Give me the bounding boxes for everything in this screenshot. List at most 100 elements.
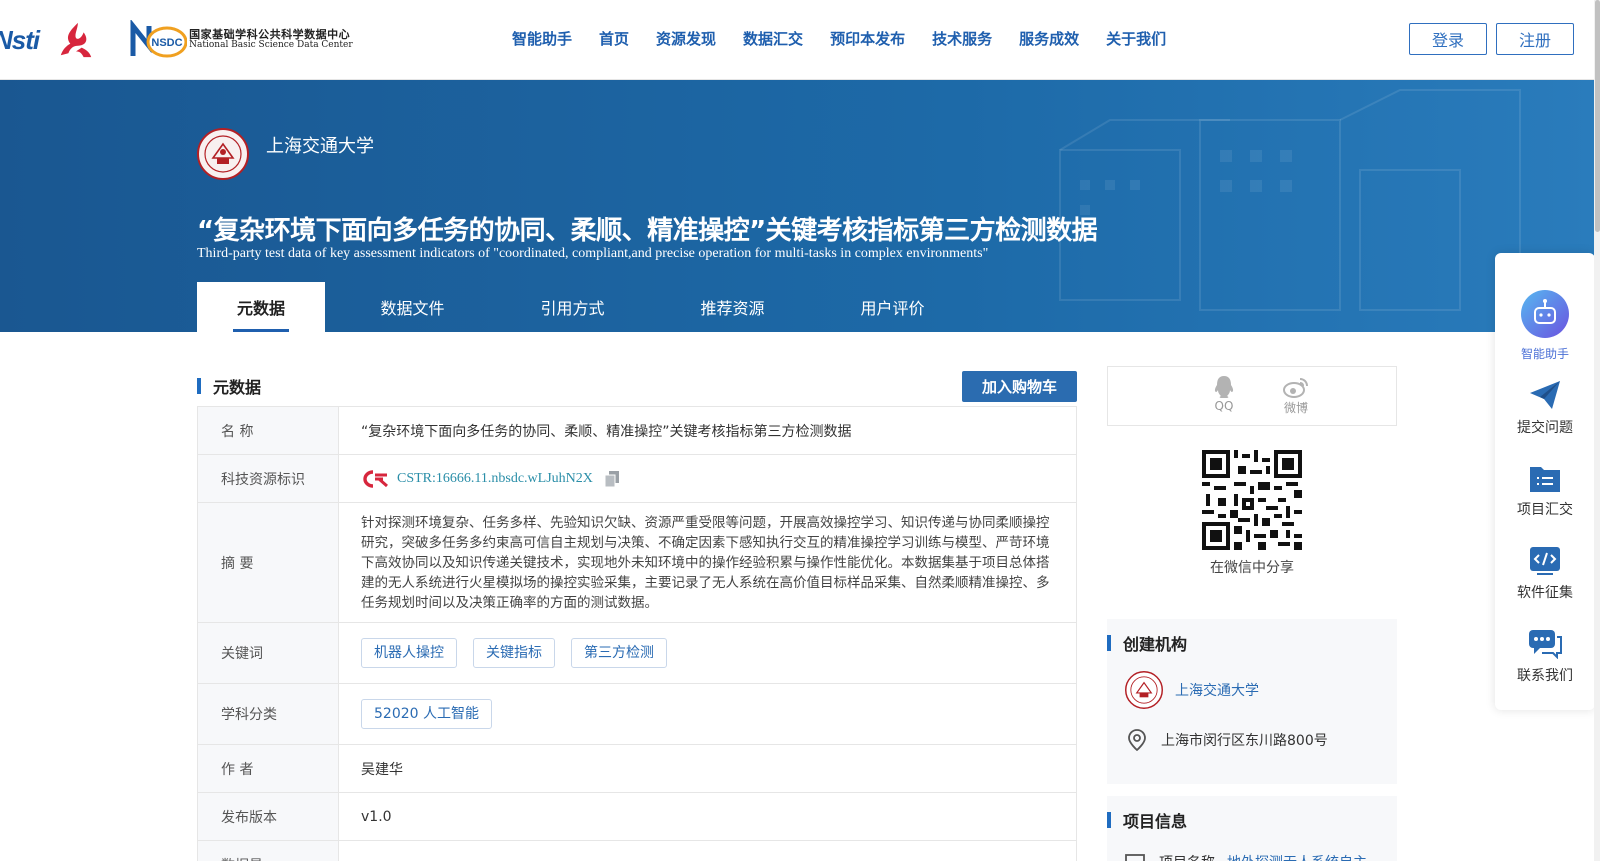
detail-tabs: 元数据 数据文件 引用方式 推荐资源 用户评价: [197, 282, 965, 332]
sjtu-small-logo: [1125, 671, 1163, 709]
nsti-logo[interactable]: Nsti: [0, 25, 40, 56]
creator-address: 上海市闵行区东川路800号: [1127, 729, 1328, 751]
author-value: 吴建华: [361, 761, 403, 778]
floating-tools-panel: 智能助手 提交问题 项目汇交 软件征集 联系我们: [1495, 253, 1595, 710]
table-row: 科技资源标识 CSTR:16666.11.nbsdc.wLJuhN2X: [198, 455, 1076, 503]
keyword-tag[interactable]: 关键指标: [473, 638, 555, 668]
table-row: 学科分类 52020 人工智能: [198, 684, 1076, 745]
folder-list-icon: [1530, 467, 1560, 492]
login-button[interactable]: 登录: [1409, 23, 1487, 55]
creator-institution: 上海交通大学: [1125, 671, 1259, 709]
row-label: 数据量: [198, 841, 339, 861]
abstract-value: 针对探测环境复杂、任务多样、先验知识欠缺、资源严重受限等问题，开展高效操控学习、…: [361, 514, 1050, 611]
dataset-title-cn: “复杂环境下面向多任务的协同、柔顺、精准操控”关键考核指标第三方检测数据: [197, 216, 1098, 246]
nav-assistant[interactable]: 智能助手: [512, 28, 572, 49]
qq-icon: [1214, 376, 1234, 398]
keyword-tag[interactable]: 第三方检测: [571, 638, 667, 668]
contact-us-label: 联系我们: [1517, 668, 1573, 684]
row-label: 作 者: [198, 745, 339, 792]
dataset-name-value: “复杂环境下面向多任务的协同、柔顺、精准操控”关键考核指标第三方检测数据: [361, 423, 852, 440]
tab-recommended[interactable]: 推荐资源: [645, 282, 820, 332]
metadata-table: 名 称 “复杂环境下面向多任务的协同、柔顺、精准操控”关键考核指标第三方检测数据…: [197, 406, 1077, 861]
nsdc-logo[interactable]: NSDC 国家基础学科公共科学数据中心 National Basic Scien…: [127, 20, 353, 60]
nav-achievements[interactable]: 服务成效: [1019, 28, 1079, 49]
register-button[interactable]: 注册: [1496, 23, 1574, 55]
creator-card-header: 创建机构: [1107, 631, 1187, 655]
project-card: 项目信息 项目名称 地外探测无人系统自主: [1107, 796, 1397, 861]
row-label: 摘 要: [198, 503, 339, 622]
software-collection-button[interactable]: 软件征集: [1495, 546, 1595, 602]
dataset-title-en: Third-party test data of key assessment …: [197, 246, 989, 261]
nav-discovery[interactable]: 资源发现: [656, 28, 716, 49]
section-accent-bar: [1107, 635, 1111, 651]
wechat-qr-code: [1202, 450, 1302, 550]
robot-icon: [1521, 290, 1569, 338]
keyword-tag[interactable]: 机器人操控: [361, 638, 457, 668]
keywords-value: 机器人操控 关键指标 第三方检测: [339, 623, 1076, 683]
metadata-section-header: 元数据: [197, 371, 261, 401]
page-scrollbar-thumb[interactable]: [1595, 0, 1600, 232]
nav-tech-service[interactable]: 技术服务: [932, 28, 992, 49]
project-submission-button[interactable]: 项目汇交: [1495, 463, 1595, 519]
sjtu-logo[interactable]: [197, 128, 249, 180]
tab-reviews[interactable]: 用户评价: [820, 282, 965, 332]
project-icon: [1125, 854, 1145, 861]
location-pin-icon: [1128, 729, 1146, 751]
tab-metadata[interactable]: 元数据: [197, 282, 325, 332]
red-flame-logo[interactable]: [57, 21, 95, 59]
assistant-label: 智能助手: [1520, 347, 1569, 361]
code-icon: [1530, 547, 1560, 575]
nav-home[interactable]: 首页: [599, 28, 629, 49]
table-row: 关键词 机器人操控 关键指标 第三方检测: [198, 623, 1076, 684]
cstr-value: CSTR:16666.11.nbsdc.wLJuhN2X: [339, 455, 1076, 502]
nav-preprint[interactable]: 预印本发布: [830, 28, 905, 49]
creator-institution-link[interactable]: 上海交通大学: [1175, 680, 1259, 700]
share-qq-label: QQ: [1214, 399, 1234, 413]
assistant-button[interactable]: 智能助手: [1495, 289, 1595, 362]
add-to-cart-button[interactable]: 加入购物车: [962, 371, 1077, 402]
cstr-link[interactable]: CSTR:16666.11.nbsdc.wLJuhN2X: [397, 471, 593, 487]
row-label: 发布版本: [198, 793, 339, 840]
banner-decoration: [1059, 89, 1521, 311]
chat-icon: [1529, 630, 1562, 659]
logo-group: Nsti NSDC 国家基础学科公共科学数据中心 National Basic …: [0, 18, 353, 62]
creator-card-title: 创建机构: [1123, 635, 1188, 654]
main-nav: 智能助手 首页 资源发现 数据汇交 预印本发布 技术服务 服务成效 关于我们: [512, 28, 1193, 49]
nav-data-submission[interactable]: 数据汇交: [743, 28, 803, 49]
paper-plane-icon: [1530, 381, 1560, 409]
institution-name[interactable]: 上海交通大学: [266, 132, 374, 158]
section-accent-bar: [1107, 812, 1111, 828]
software-collection-label: 软件征集: [1517, 585, 1573, 601]
row-label: 学科分类: [198, 684, 339, 744]
table-row: 作 者 吴建华: [198, 745, 1076, 793]
cstr-icon: [363, 469, 388, 488]
project-card-header: 项目信息: [1107, 808, 1187, 832]
qr-caption: 在微信中分享: [1210, 560, 1294, 576]
tab-citation[interactable]: 引用方式: [500, 282, 645, 332]
size-value: [339, 841, 1076, 861]
nav-about[interactable]: 关于我们: [1106, 28, 1166, 49]
contact-us-button[interactable]: 联系我们: [1495, 629, 1595, 685]
submit-question-button[interactable]: 提交问题: [1495, 379, 1595, 437]
project-name-row: 项目名称 地外探测无人系统自主: [1125, 852, 1367, 861]
subject-tag[interactable]: 52020 人工智能: [361, 699, 492, 729]
section-accent-bar: [197, 378, 201, 394]
row-label: 科技资源标识: [198, 455, 339, 502]
share-qq[interactable]: QQ: [1204, 375, 1244, 413]
creator-card: 创建机构 上海交通大学 上海市闵行区东川路800号: [1107, 619, 1397, 784]
submit-question-label: 提交问题: [1517, 420, 1573, 436]
creator-address-text: 上海市闵行区东川路800号: [1161, 733, 1328, 749]
nsdc-text-block: 国家基础学科公共科学数据中心 National Basic Science Da…: [189, 28, 353, 51]
share-weibo[interactable]: 微博: [1276, 375, 1316, 416]
copy-icon[interactable]: [604, 470, 619, 487]
table-row: 名 称 “复杂环境下面向多任务的协同、柔顺、精准操控”关键考核指标第三方检测数据: [198, 407, 1076, 455]
table-row: 发布版本 v1.0: [198, 793, 1076, 841]
project-name-link[interactable]: 地外探测无人系统自主: [1227, 852, 1367, 861]
subject-value: 52020 人工智能: [339, 684, 1076, 744]
tab-data-files[interactable]: 数据文件: [325, 282, 500, 332]
dataset-banner: 上海交通大学 “复杂环境下面向多任务的协同、柔顺、精准操控”关键考核指标第三方检…: [0, 80, 1600, 332]
row-label: 名 称: [198, 407, 339, 454]
row-label: 关键词: [198, 623, 339, 683]
share-weibo-label: 微博: [1283, 401, 1308, 415]
nsdc-badge-icon: NSDC: [130, 20, 188, 58]
